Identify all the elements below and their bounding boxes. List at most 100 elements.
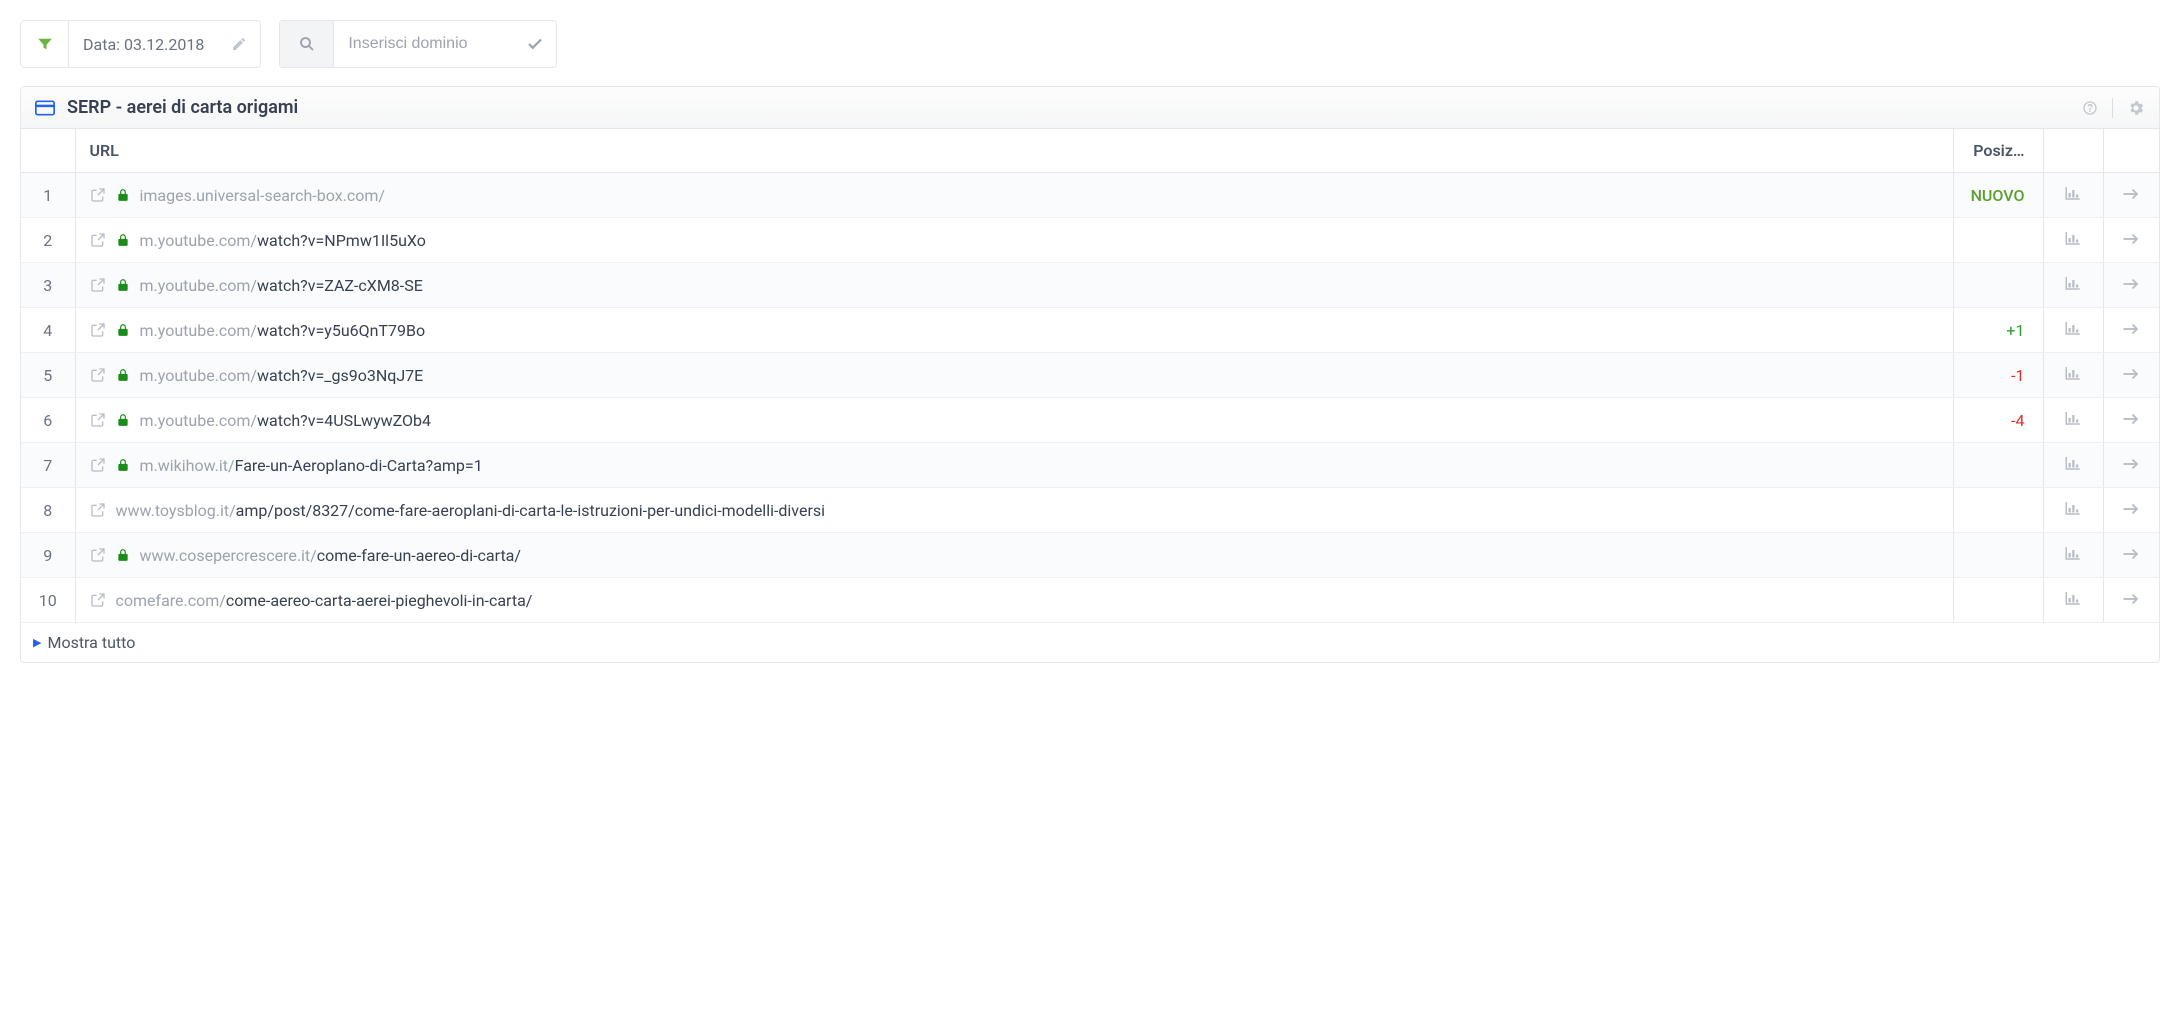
chart-icon: [2064, 230, 2082, 246]
check-icon: [526, 35, 544, 53]
url-link[interactable]: comefare.com/come-aereo-carta-aerei-pieg…: [116, 591, 533, 610]
arrow-right-icon: [2122, 367, 2140, 381]
url-domain: www.toysblog.it/: [116, 501, 236, 520]
url-link[interactable]: m.youtube.com/watch?v=_gs9o3NqJ7E: [140, 366, 424, 385]
table-row: 5m.youtube.com/watch?v=_gs9o3NqJ7E-1: [21, 353, 2159, 398]
row-details-button[interactable]: [2103, 218, 2159, 263]
row-position: -4: [1953, 398, 2043, 443]
date-group: Data: 03.12.2018: [20, 20, 261, 68]
row-position: +1: [1953, 308, 2043, 353]
external-link-icon[interactable]: [90, 187, 106, 203]
row-details-button[interactable]: [2103, 353, 2159, 398]
serp-panel: SERP - aerei di carta origami URL Posiz……: [20, 86, 2160, 663]
domain-input[interactable]: [334, 21, 514, 67]
edit-date-button[interactable]: [218, 21, 260, 67]
url-domain: m.youtube.com/: [140, 321, 258, 340]
row-chart-button[interactable]: [2043, 263, 2103, 308]
url-path: watch?v=4USLwywZOb4: [257, 411, 431, 430]
external-link-icon[interactable]: [90, 592, 106, 608]
row-details-button[interactable]: [2103, 533, 2159, 578]
row-url-cell: m.youtube.com/watch?v=ZAZ-cXM8-SE: [75, 263, 1953, 308]
url-path: watch?v=NPmw1Il5uXo: [257, 231, 426, 250]
row-chart-button[interactable]: [2043, 173, 2103, 218]
row-number: 8: [21, 488, 75, 533]
external-link-icon[interactable]: [90, 367, 106, 383]
arrow-right-icon: [2122, 232, 2140, 246]
url-path: Fare-un-Aeroplano-di-Carta?amp=1: [235, 456, 483, 475]
arrow-right-icon: [2122, 502, 2140, 516]
row-details-button[interactable]: [2103, 308, 2159, 353]
filter-button[interactable]: [21, 21, 69, 67]
external-link-icon[interactable]: [90, 232, 106, 248]
row-url-cell: m.youtube.com/watch?v=_gs9o3NqJ7E: [75, 353, 1953, 398]
row-chart-button[interactable]: [2043, 578, 2103, 623]
row-details-button[interactable]: [2103, 578, 2159, 623]
url-link[interactable]: m.youtube.com/watch?v=y5u6QnT79Bo: [140, 321, 426, 340]
search-button[interactable]: [280, 21, 334, 67]
row-url-cell: m.youtube.com/watch?v=y5u6QnT79Bo: [75, 308, 1953, 353]
row-details-button[interactable]: [2103, 398, 2159, 443]
panel-icon: [35, 100, 55, 116]
external-link-icon[interactable]: [90, 412, 106, 428]
https-lock-icon: [116, 547, 130, 563]
url-link[interactable]: m.youtube.com/watch?v=4USLwywZOb4: [140, 411, 432, 430]
row-url-cell: www.toysblog.it/amp/post/8327/come-fare-…: [75, 488, 1953, 533]
url-domain: www.cosepercrescere.it/: [140, 546, 317, 565]
toolbar: Data: 03.12.2018: [20, 20, 2160, 68]
arrow-right-icon: [2122, 277, 2140, 291]
row-details-button[interactable]: [2103, 263, 2159, 308]
date-label: Data: 03.12.2018: [69, 35, 218, 54]
row-url-cell: m.youtube.com/watch?v=NPmw1Il5uXo: [75, 218, 1953, 263]
https-lock-icon: [116, 187, 130, 203]
external-link-icon[interactable]: [90, 547, 106, 563]
url-link[interactable]: m.wikihow.it/Fare-un-Aeroplano-di-Carta?…: [140, 456, 483, 475]
row-chart-button[interactable]: [2043, 443, 2103, 488]
arrow-right-icon: [2122, 547, 2140, 561]
row-chart-button[interactable]: [2043, 218, 2103, 263]
url-link[interactable]: www.cosepercrescere.it/come-fare-un-aere…: [140, 546, 521, 565]
chart-icon: [2064, 455, 2082, 471]
col-header-position[interactable]: Posiz…: [1953, 129, 2043, 173]
row-details-button[interactable]: [2103, 173, 2159, 218]
row-url-cell: m.youtube.com/watch?v=4USLwywZOb4: [75, 398, 1953, 443]
external-link-icon[interactable]: [90, 277, 106, 293]
row-number: 9: [21, 533, 75, 578]
external-link-icon[interactable]: [90, 322, 106, 338]
url-path: come-aereo-carta-aerei-pieghevoli-in-car…: [226, 591, 533, 610]
row-number: 2: [21, 218, 75, 263]
url-domain: m.youtube.com/: [140, 231, 258, 250]
row-number: 5: [21, 353, 75, 398]
chart-icon: [2064, 545, 2082, 561]
arrow-right-icon: [2122, 592, 2140, 606]
external-link-icon[interactable]: [90, 502, 106, 518]
row-number: 3: [21, 263, 75, 308]
url-link[interactable]: www.toysblog.it/amp/post/8327/come-fare-…: [116, 501, 826, 520]
help-button[interactable]: [2082, 100, 2098, 116]
row-chart-button[interactable]: [2043, 353, 2103, 398]
row-chart-button[interactable]: [2043, 533, 2103, 578]
row-chart-button[interactable]: [2043, 488, 2103, 533]
submit-domain-button[interactable]: [514, 21, 556, 67]
url-path: watch?v=ZAZ-cXM8-SE: [257, 276, 423, 295]
url-domain: m.youtube.com/: [140, 411, 258, 430]
row-chart-button[interactable]: [2043, 308, 2103, 353]
row-url-cell: comefare.com/come-aereo-carta-aerei-pieg…: [75, 578, 1953, 623]
row-details-button[interactable]: [2103, 488, 2159, 533]
chart-icon: [2064, 320, 2082, 336]
row-chart-button[interactable]: [2043, 398, 2103, 443]
url-domain: m.wikihow.it/: [140, 456, 235, 475]
arrow-right-icon: [2122, 322, 2140, 336]
url-link[interactable]: images.universal-search-box.com/: [140, 186, 386, 205]
url-link[interactable]: m.youtube.com/watch?v=ZAZ-cXM8-SE: [140, 276, 423, 295]
col-header-url[interactable]: URL: [75, 129, 1953, 173]
row-url-cell: www.cosepercrescere.it/come-fare-un-aere…: [75, 533, 1953, 578]
url-link[interactable]: m.youtube.com/watch?v=NPmw1Il5uXo: [140, 231, 426, 250]
show-all-link[interactable]: Mostra tutto: [47, 633, 135, 652]
row-url-cell: m.wikihow.it/Fare-un-Aeroplano-di-Carta?…: [75, 443, 1953, 488]
row-details-button[interactable]: [2103, 443, 2159, 488]
gear-icon: [2127, 99, 2145, 117]
row-position: [1953, 443, 2043, 488]
settings-button[interactable]: [2127, 99, 2145, 117]
table-row: 3 m.youtube.com/watch?v=ZAZ-cXM8-SE: [21, 263, 2159, 308]
external-link-icon[interactable]: [90, 457, 106, 473]
